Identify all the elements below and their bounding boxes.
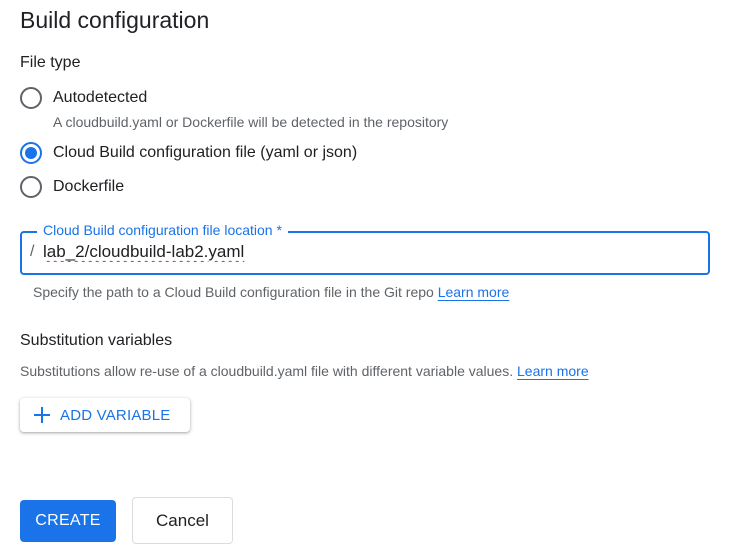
page-title: Build configuration <box>20 7 210 33</box>
substitution-help-text: Substitutions allow re-use of a cloudbui… <box>20 363 514 379</box>
radio-cloud-build-config[interactable]: Cloud Build configuration file (yaml or … <box>20 142 357 164</box>
substitution-variables-title: Substitution variables <box>20 332 173 349</box>
radio-label-cloud-build-config: Cloud Build configuration file (yaml or … <box>53 144 358 161</box>
config-location-help-text: Specify the path to a Cloud Build config… <box>33 284 434 300</box>
radio-dockerfile[interactable]: Dockerfile <box>20 176 124 198</box>
radio-button-cloud-build-config[interactable] <box>20 142 42 164</box>
config-location-learn-more-link[interactable]: Learn more <box>438 284 510 300</box>
create-button[interactable]: CREATE <box>20 500 116 542</box>
config-location-help: Specify the path to a Cloud Build config… <box>33 284 509 300</box>
cancel-button[interactable]: Cancel <box>132 497 233 544</box>
radio-label-autodetected: Autodetected <box>53 89 148 106</box>
plus-icon <box>33 406 51 424</box>
radio-autodetected[interactable]: Autodetected <box>20 87 147 109</box>
add-variable-label: ADD VARIABLE <box>60 406 171 424</box>
radio-button-dockerfile[interactable] <box>20 176 42 198</box>
substitution-learn-more-link[interactable]: Learn more <box>517 363 589 379</box>
radio-label-dockerfile: Dockerfile <box>53 178 125 195</box>
substitution-variables-help: Substitutions allow re-use of a cloudbui… <box>20 363 589 379</box>
add-variable-button[interactable]: ADD VARIABLE <box>20 398 190 432</box>
config-location-input[interactable] <box>43 242 683 262</box>
config-location-label: Cloud Build configuration file location … <box>37 221 288 239</box>
autodetected-help-text: A cloudbuild.yaml or Dockerfile will be … <box>53 114 449 130</box>
file-type-label: File type <box>20 54 81 71</box>
radio-button-autodetected[interactable] <box>20 87 42 109</box>
config-location-prefix: / <box>30 243 35 260</box>
